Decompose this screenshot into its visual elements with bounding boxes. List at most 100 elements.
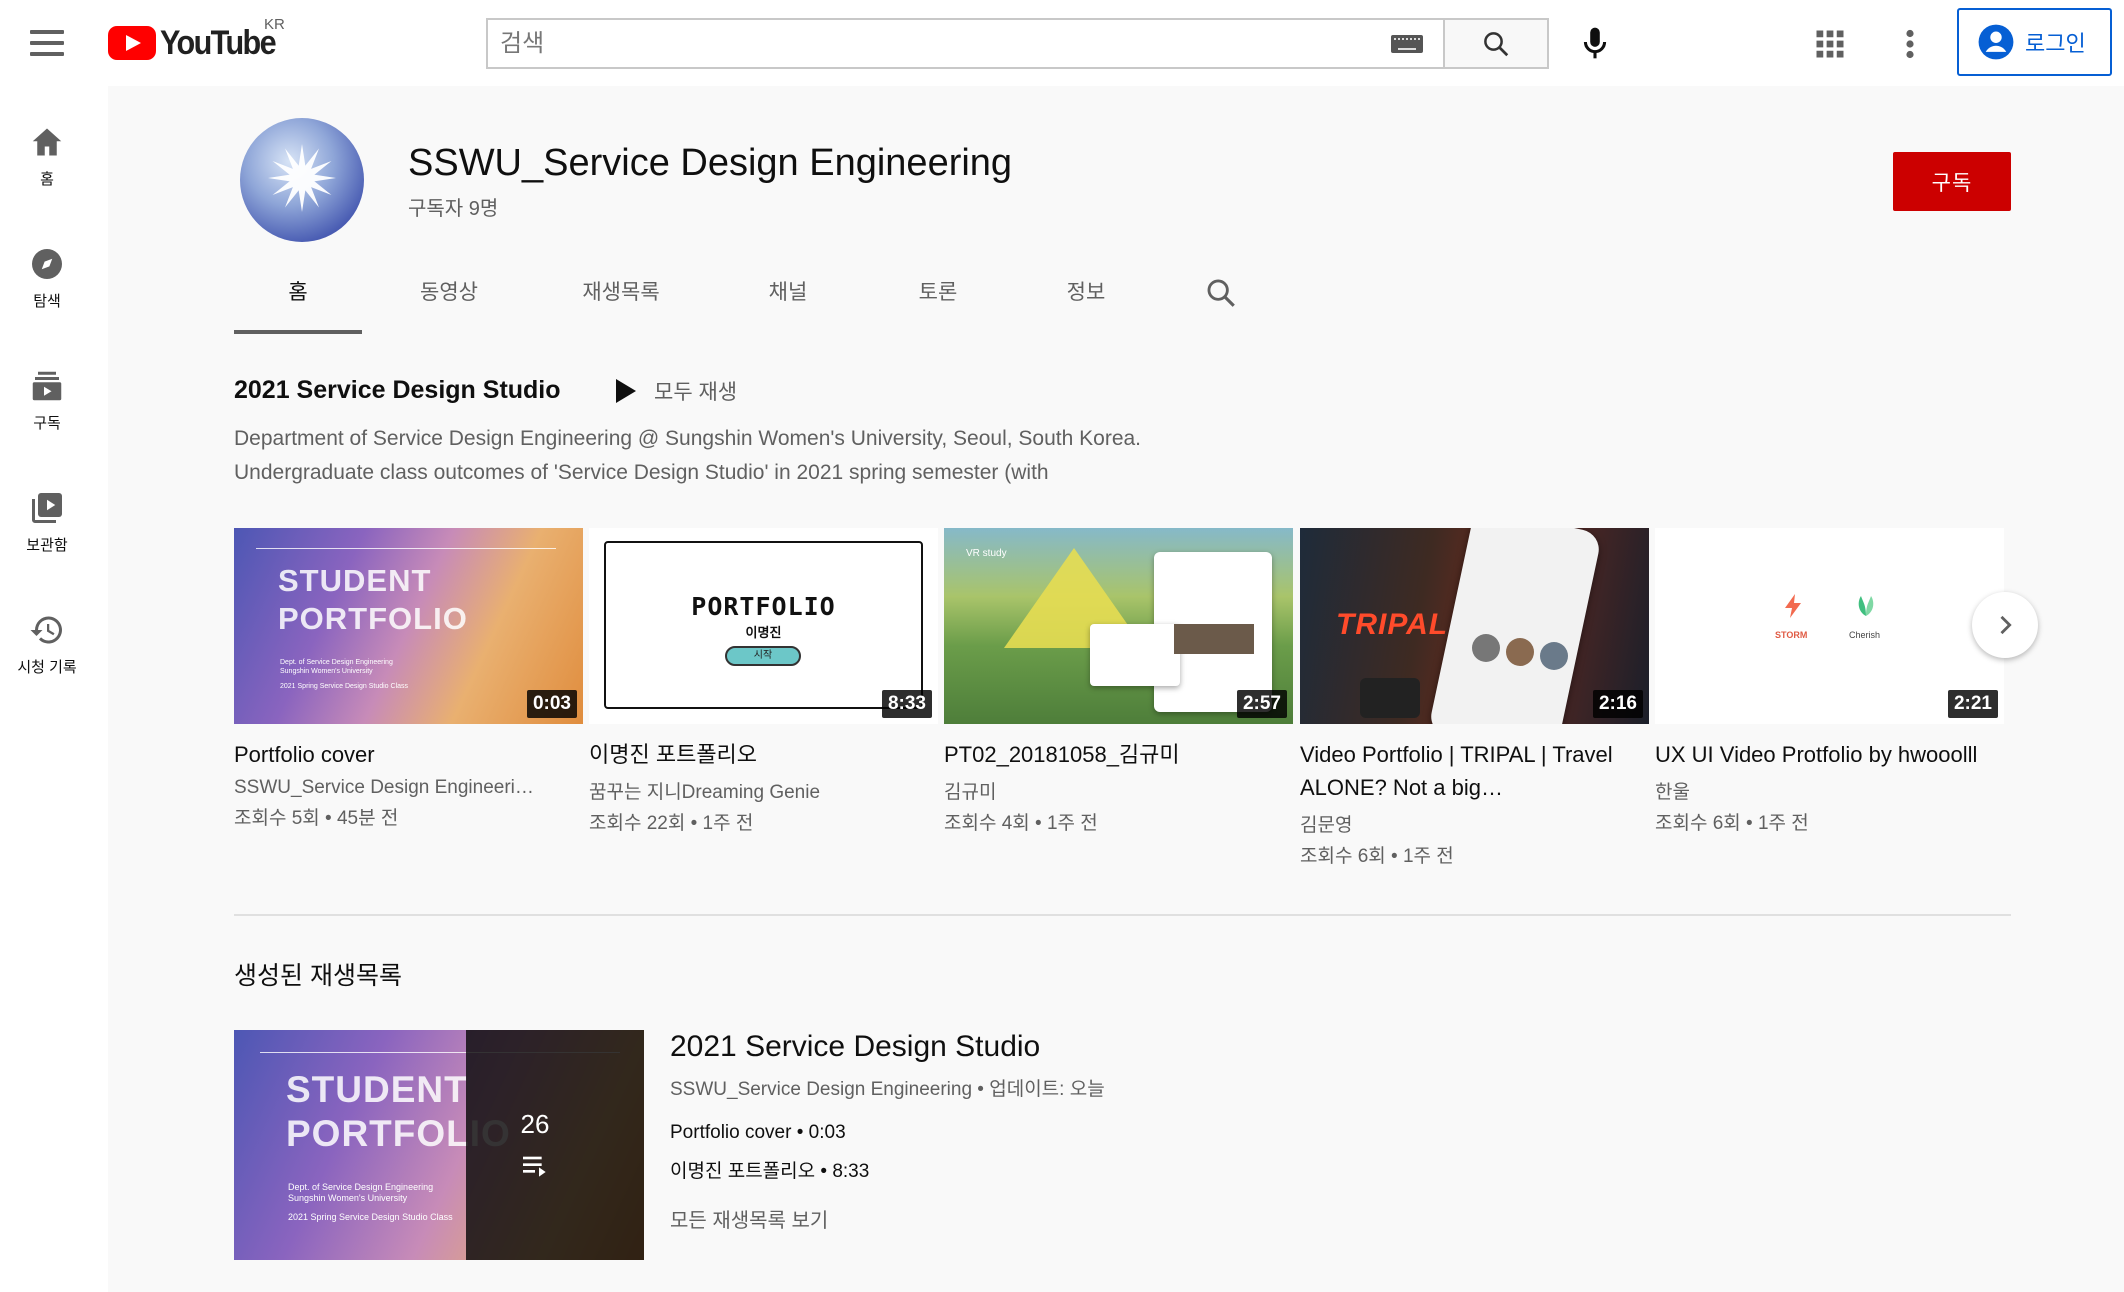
thumbnail-title: PORTFOLIO bbox=[691, 592, 836, 621]
video-channel-name[interactable]: 김규미 bbox=[944, 777, 1293, 804]
subscriber-count: 구독자 9명 bbox=[408, 198, 499, 220]
video-card: STORM Cherish 2:21 UX UI Video Protfolio… bbox=[1655, 528, 2004, 835]
thumbnail-photo-circle bbox=[1506, 638, 1534, 666]
search-icon bbox=[1207, 279, 1235, 307]
playlist-video-item[interactable]: 이명진 포트폴리오 • 8:33 bbox=[670, 1156, 869, 1183]
sidebar-item-label: 시청 기록 bbox=[17, 659, 77, 676]
thumbnail-start-button: 시작 bbox=[725, 646, 801, 666]
thumbnail-caption: Dept. of Service Design Engineering Sung… bbox=[288, 1182, 488, 1223]
channel-tabs: 홈 동영상 재생목록 채널 토론 정보 bbox=[234, 262, 1166, 334]
more-vertical-icon bbox=[1906, 29, 1914, 59]
view-full-playlist-link[interactable]: 모든 재생목록 보기 bbox=[670, 1204, 828, 1233]
channel-name: SSWU_Service Design Engineering bbox=[408, 142, 1013, 184]
sidebar-item-home[interactable]: 홈 bbox=[0, 124, 94, 224]
playlist-metadata: SSWU_Service Design Engineering • 업데이트: … bbox=[670, 1079, 1105, 1100]
video-metadata: 조회수 22회 • 1주 전 bbox=[589, 813, 754, 834]
video-card: VR study 2:57 PT02_20181058_김규미 김규미 조회수 … bbox=[944, 528, 1293, 835]
mini-guide-sidebar: 홈 탐색 구독 보관함 시청 기록 bbox=[0, 86, 108, 1292]
youtube-logo[interactable]: YouTube bbox=[108, 24, 288, 62]
apps-button[interactable] bbox=[1812, 26, 1848, 62]
video-thumbnail[interactable]: STORM Cherish 2:21 bbox=[1655, 528, 2004, 724]
tab-home[interactable]: 홈 bbox=[234, 262, 362, 334]
sungshin-emblem-icon bbox=[268, 144, 336, 212]
play-all-label: 모두 재생 bbox=[654, 381, 738, 404]
video-shelf: STUDENT PORTFOLIO Dept. of Service Desig… bbox=[234, 528, 2004, 868]
video-thumbnail[interactable]: STUDENT PORTFOLIO Dept. of Service Desig… bbox=[234, 528, 583, 724]
video-title[interactable]: 이명진 포트폴리오 bbox=[589, 738, 938, 771]
compass-icon bbox=[32, 249, 62, 279]
settings-more-button[interactable] bbox=[1896, 26, 1924, 62]
channel-avatar[interactable] bbox=[240, 118, 364, 242]
shelf-description-line: Department of Service Design Engineering… bbox=[234, 427, 1142, 450]
tab-videos[interactable]: 동영상 bbox=[362, 262, 536, 334]
playlist-video-count: 26 bbox=[520, 1108, 550, 1139]
video-title[interactable]: PT02_20181058_김규미 bbox=[944, 738, 1293, 771]
tab-playlists[interactable]: 재생목록 bbox=[536, 262, 706, 334]
thumbnail-caption-line: 2021 Spring Service Design Studio Class bbox=[280, 683, 409, 690]
playlist-count-overlay: 26 bbox=[466, 1030, 644, 1260]
search-icon bbox=[1484, 32, 1509, 57]
playlist-thumbnail[interactable]: STUDENT PORTFOLIO Dept. of Service Desig… bbox=[234, 1030, 644, 1260]
channel-search-button[interactable] bbox=[1204, 276, 1238, 310]
video-title[interactable]: UX UI Video Protfolio by hwooolll bbox=[1655, 738, 2004, 771]
thumbnail-photo-circle bbox=[1472, 634, 1500, 662]
play-all-button[interactable]: 모두 재생 bbox=[616, 376, 737, 406]
shelf-title[interactable]: 2021 Service Design Studio bbox=[234, 376, 561, 405]
video-thumbnail[interactable]: TRIPAL 2:16 bbox=[1300, 528, 1649, 724]
playlist-video-item[interactable]: Portfolio cover • 0:03 bbox=[670, 1122, 846, 1144]
video-card: TRIPAL 2:16 Video Portfolio | TRIPAL | T… bbox=[1300, 528, 1649, 868]
video-duration: 8:33 bbox=[881, 690, 932, 718]
sidebar-item-history[interactable]: 시청 기록 bbox=[0, 612, 94, 712]
thumbnail-title: STUDENT PORTFOLIO bbox=[278, 563, 468, 636]
search-bar bbox=[486, 18, 1549, 69]
video-thumbnail[interactable]: VR study 2:57 bbox=[944, 528, 1293, 724]
thumbnail-title: TRIPAL bbox=[1336, 608, 1449, 641]
tab-about[interactable]: 정보 bbox=[1006, 262, 1166, 334]
thumbnail-label: VR study bbox=[966, 548, 1007, 559]
sidebar-item-label: 탐색 bbox=[33, 293, 61, 310]
video-title[interactable]: Video Portfolio | TRIPAL | Travel ALONE?… bbox=[1300, 738, 1649, 804]
hamburger-menu-icon[interactable] bbox=[30, 30, 64, 56]
video-duration: 0:03 bbox=[526, 690, 577, 718]
video-channel-name[interactable]: 꿈꾸는 지니Dreaming Genie bbox=[589, 777, 938, 804]
account-circle-icon bbox=[1978, 24, 2014, 60]
thumbnail-caption-line: Sungshin Women's University bbox=[288, 1193, 408, 1203]
history-icon bbox=[30, 616, 62, 644]
video-metadata: 조회수 6회 • 1주 전 bbox=[1300, 846, 1454, 867]
sidebar-item-subscriptions[interactable]: 구독 bbox=[0, 368, 94, 468]
subscribe-button[interactable]: 구독 bbox=[1893, 152, 2011, 211]
video-metadata: 조회수 5회 • 45분 전 bbox=[234, 808, 399, 829]
search-input[interactable] bbox=[488, 20, 1443, 67]
section-divider bbox=[234, 914, 2011, 916]
video-channel-name[interactable]: SSWU_Service Design Engineeri… bbox=[234, 777, 583, 799]
video-title[interactable]: Portfolio cover bbox=[234, 738, 583, 771]
channel-header: SSWU_Service Design Engineering 구독자 9명 구… bbox=[108, 86, 2124, 334]
playlist-title[interactable]: 2021 Service Design Studio bbox=[670, 1030, 1040, 1064]
subscriptions-icon bbox=[32, 371, 62, 401]
storm-logo-icon bbox=[1785, 594, 1801, 618]
sidebar-item-explore[interactable]: 탐색 bbox=[0, 246, 94, 346]
playlist-icon bbox=[523, 1156, 546, 1177]
shelf-next-button[interactable] bbox=[1972, 592, 2038, 658]
login-label: 로그인 bbox=[2025, 31, 2086, 56]
thumbnail-caption-line: Dept. of Service Design Engineering bbox=[288, 1182, 434, 1192]
tab-channels[interactable]: 채널 bbox=[706, 262, 870, 334]
sidebar-item-library[interactable]: 보관함 bbox=[0, 490, 94, 590]
video-channel-name[interactable]: 김문영 bbox=[1300, 810, 1649, 837]
video-thumbnail[interactable]: PORTFOLIO 이명진 시작 8:33 bbox=[589, 528, 938, 724]
cherish-logo-icon bbox=[1858, 596, 1874, 616]
tab-discussion[interactable]: 토론 bbox=[870, 262, 1006, 334]
video-channel-name[interactable]: 한울 bbox=[1655, 777, 2004, 804]
youtube-play-icon bbox=[108, 26, 156, 60]
video-metadata: 조회수 4회 • 1주 전 bbox=[944, 813, 1098, 834]
video-duration: 2:57 bbox=[1236, 690, 1287, 718]
keyboard-icon[interactable] bbox=[1391, 35, 1423, 53]
shelf-description: Department of Service Design Engineering… bbox=[234, 422, 1334, 490]
thumbnail-rule bbox=[256, 548, 556, 549]
video-duration: 2:21 bbox=[1947, 690, 1998, 718]
library-icon bbox=[32, 493, 62, 523]
playlists-section-title[interactable]: 생성된 재생목록 bbox=[234, 956, 402, 992]
voice-search-button[interactable] bbox=[1572, 20, 1618, 66]
login-button[interactable]: 로그인 bbox=[1957, 8, 2112, 76]
search-button[interactable] bbox=[1443, 18, 1549, 69]
